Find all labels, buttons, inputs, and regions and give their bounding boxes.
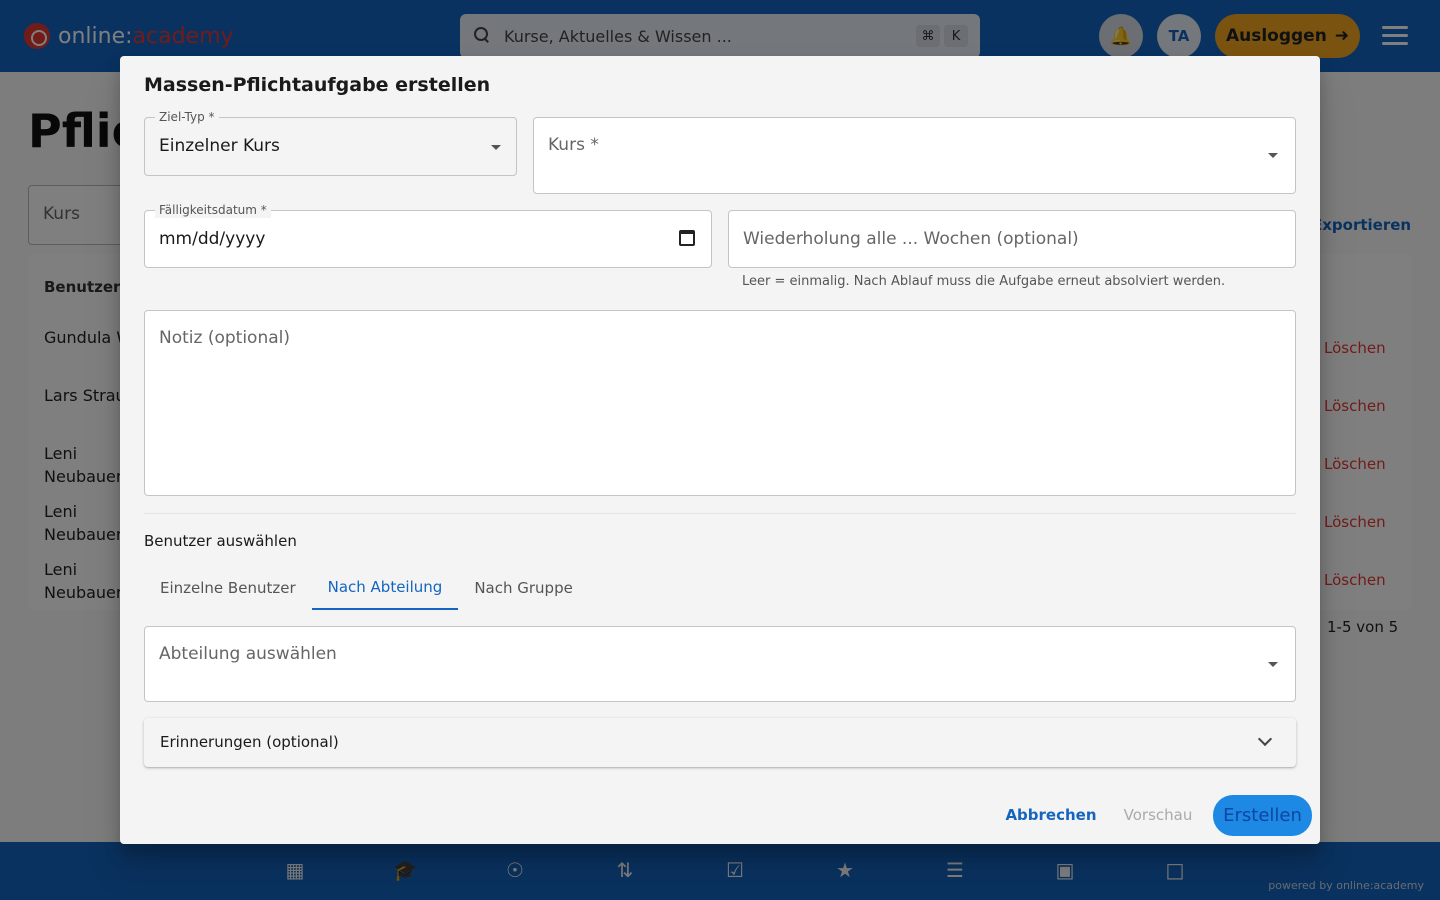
due-date-field[interactable]: Fälligkeitsdatum * mm/dd/yyyy xyxy=(144,202,712,268)
dropdown-caret-icon xyxy=(1268,153,1278,158)
department-select[interactable]: Abteilung auswählen xyxy=(144,626,1296,702)
target-type-select[interactable]: Ziel-Typ * Einzelner Kurs xyxy=(144,109,517,176)
create-button[interactable]: Erstellen xyxy=(1213,795,1312,836)
calendar-icon[interactable] xyxy=(679,230,695,246)
tab-individual-users[interactable]: Einzelne Benutzer xyxy=(144,566,312,610)
dropdown-caret-icon xyxy=(491,145,501,150)
divider xyxy=(144,513,1296,514)
reminders-accordion[interactable]: Erinnerungen (optional) xyxy=(144,718,1296,767)
due-date-value: mm/dd/yyyy xyxy=(159,229,266,249)
target-type-label: Ziel-Typ * xyxy=(155,109,219,125)
target-type-value: Einzelner Kurs xyxy=(159,136,280,156)
user-selection-tabs: Einzelne Benutzer Nach Abteilung Nach Gr… xyxy=(144,566,589,610)
repeat-weeks-placeholder: Wiederholung alle ... Wochen (optional) xyxy=(743,229,1079,249)
dialog-title: Massen-Pflichtaufgabe erstellen xyxy=(144,74,491,96)
cancel-button[interactable]: Abbrechen xyxy=(1004,795,1098,835)
bulk-mandatory-task-dialog: Massen-Pflichtaufgabe erstellen Ziel-Typ… xyxy=(120,56,1320,844)
tab-by-group[interactable]: Nach Gruppe xyxy=(458,566,589,610)
reminders-label: Erinnerungen (optional) xyxy=(160,733,339,751)
course-placeholder: Kurs * xyxy=(548,135,599,155)
note-placeholder: Notiz (optional) xyxy=(159,328,290,348)
preview-button[interactable]: Vorschau xyxy=(1116,795,1200,835)
dropdown-caret-icon xyxy=(1268,662,1278,667)
chevron-down-icon xyxy=(1257,731,1273,747)
note-textarea[interactable]: Notiz (optional) xyxy=(144,310,1296,496)
repeat-weeks-input[interactable]: Wiederholung alle ... Wochen (optional) xyxy=(728,210,1296,268)
course-select[interactable]: Kurs * xyxy=(533,117,1296,194)
department-placeholder: Abteilung auswählen xyxy=(159,644,337,664)
due-date-label: Fälligkeitsdatum * xyxy=(155,202,271,218)
tab-by-department[interactable]: Nach Abteilung xyxy=(311,566,459,610)
select-users-heading: Benutzer auswählen xyxy=(144,532,297,550)
repeat-weeks-helper: Leer = einmalig. Nach Ablauf muss die Au… xyxy=(742,274,1226,289)
